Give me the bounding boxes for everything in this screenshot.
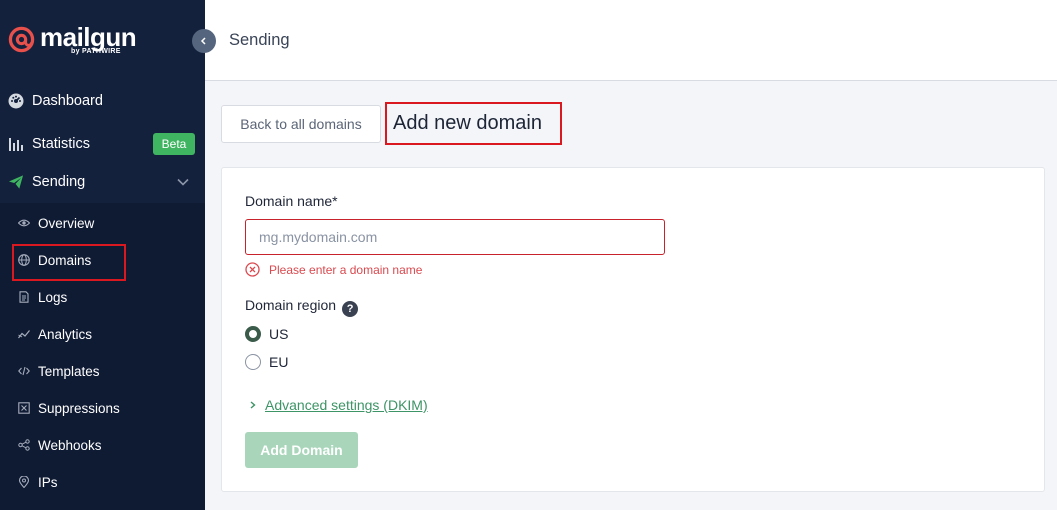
submenu-item-templates[interactable]: Templates (0, 357, 205, 385)
domain-name-label: Domain name* (245, 193, 338, 209)
page-section-title: Sending (229, 31, 290, 49)
submenu-item-label: IPs (38, 474, 58, 490)
submenu-item-label: Webhooks (38, 437, 102, 453)
sidebar-item-label: Dashboard (32, 93, 103, 109)
radio-us[interactable] (245, 326, 261, 342)
brand-byline: by PATHWIRE (71, 48, 121, 55)
advanced-settings-link[interactable]: Advanced settings (DKIM) (265, 397, 428, 413)
chevron-left-icon (200, 37, 206, 45)
mailgun-logo[interactable]: mailgun by PATHWIRE (8, 22, 137, 58)
title-highlight-box (385, 102, 562, 145)
submenu-item-suppressions[interactable]: Suppressions (0, 394, 205, 422)
submenu-item-label: Overview (38, 215, 95, 231)
submenu-item-logs[interactable]: Logs (0, 283, 205, 311)
domain-name-input[interactable] (245, 219, 665, 255)
location-pin-icon (18, 476, 30, 488)
mailgun-logo-icon (8, 26, 35, 53)
domains-highlight-box (12, 244, 126, 281)
collapse-sidebar-button[interactable] (192, 29, 216, 53)
submenu-item-label: Templates (38, 363, 100, 379)
paper-plane-icon (8, 174, 24, 190)
x-box-icon (18, 402, 30, 414)
beta-badge: Beta (153, 133, 195, 155)
chevron-down-icon[interactable] (176, 175, 190, 189)
submenu-item-analytics[interactable]: Analytics (0, 320, 205, 348)
document-icon (18, 291, 30, 303)
dashboard-icon (8, 93, 24, 109)
bar-chart-icon (8, 136, 24, 152)
submenu-item-label: Suppressions (38, 400, 120, 416)
submenu-item-webhooks[interactable]: Webhooks (0, 431, 205, 459)
help-icon[interactable]: ? (342, 301, 359, 317)
share-icon (18, 439, 30, 451)
region-option-label: US (269, 326, 289, 342)
top-header: Sending (205, 0, 1057, 81)
region-option-eu[interactable]: EU (245, 354, 288, 370)
add-domain-button[interactable]: Add Domain (245, 432, 358, 468)
back-to-domains-button[interactable]: Back to all domains (221, 105, 381, 143)
sidebar-item-label: Sending (32, 174, 86, 190)
chevron-right-icon (250, 401, 256, 409)
brand-name: mailgun (40, 22, 137, 52)
submenu-item-ips[interactable]: IPs (0, 468, 205, 496)
radio-eu[interactable] (245, 354, 261, 370)
sidebar-item-sending[interactable]: Sending (0, 166, 205, 198)
submenu-item-overview[interactable]: Overview (0, 209, 205, 237)
code-icon (18, 365, 30, 377)
eye-icon (18, 217, 30, 229)
domain-error-message: Please enter a domain name (245, 262, 422, 277)
trend-icon (18, 328, 30, 340)
domain-region-text: Domain region (245, 297, 337, 313)
submenu-item-label: Logs (38, 289, 68, 305)
error-circle-icon (245, 262, 260, 277)
region-option-us[interactable]: US (245, 326, 288, 342)
advanced-settings-toggle[interactable]: Advanced settings (DKIM) (249, 397, 428, 413)
sidebar-item-label: Statistics (32, 136, 91, 152)
submenu-item-label: Analytics (38, 326, 93, 342)
error-text: Please enter a domain name (269, 262, 423, 277)
sidebar-item-dashboard[interactable]: Dashboard (0, 85, 205, 117)
region-option-label: EU (269, 354, 289, 370)
domain-region-label: Domain region? (245, 297, 359, 317)
